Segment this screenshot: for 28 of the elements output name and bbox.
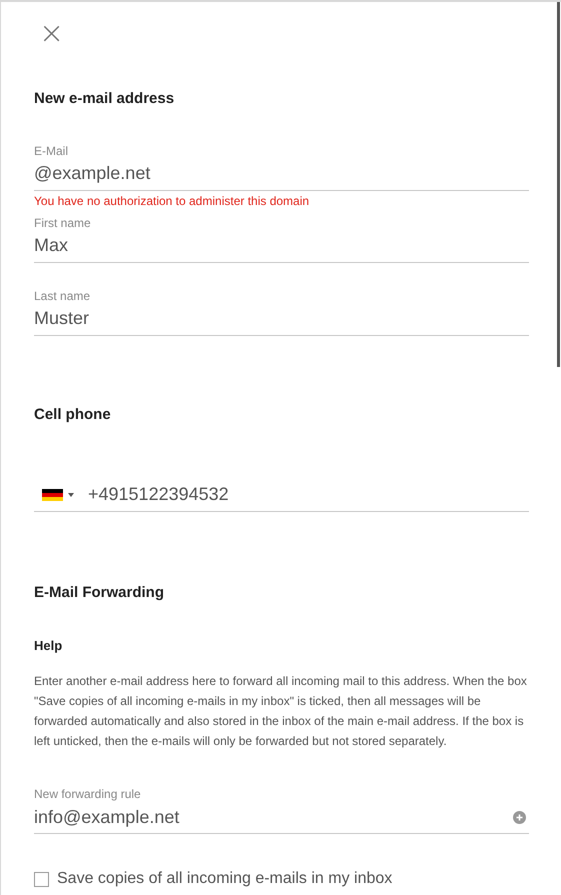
- field-label: Last name: [34, 288, 92, 302]
- close-button[interactable]: ×: [39, 22, 59, 46]
- help-text: Enter another e-mail address here to forward all incoming mail to this address. When the box "Save copies of all incoming e-mails in my inbox" is ticked, then all messages will be forwarded automatically and also stored in the inbox of the main e-mail address. If the box is left unticked, then the e-mails will only be forwarded but not stored separately.: [34, 673, 528, 750]
- field-label: New forwarding rule: [34, 787, 142, 801]
- checkbox[interactable]: [34, 872, 49, 886]
- germany-flag-icon: [42, 488, 63, 500]
- field-label: E-Mail: [34, 144, 70, 158]
- add-icon[interactable]: [513, 810, 526, 824]
- phone-field[interactable]: +4915122394532: [34, 478, 529, 512]
- field-label: First name: [34, 216, 92, 230]
- text-field[interactable]: E-Mail @example.net: [34, 144, 529, 190]
- caret-icon: [68, 492, 74, 496]
- help-heading: Help: [34, 636, 64, 655]
- field-value: @example.net: [34, 162, 150, 185]
- text-field[interactable]: Last name Muster: [34, 288, 529, 336]
- field-value: Muster: [34, 307, 90, 330]
- text-field[interactable]: New forwarding rule info@example.net: [34, 787, 529, 834]
- section-heading: E-Mail Forwarding: [34, 583, 166, 603]
- field-value: info@example.net: [34, 806, 180, 829]
- error-message: You have no authorization to administer this domain: [34, 194, 310, 208]
- section-heading: Cell phone: [34, 404, 112, 424]
- text-field[interactable]: First name Max: [34, 216, 529, 262]
- phone-number: +4915122394532: [88, 483, 229, 506]
- section-heading: New e-mail address: [34, 89, 176, 109]
- scrollbar-thumb[interactable]: [557, 2, 560, 367]
- country-selector[interactable]: [42, 488, 74, 500]
- field-value: Max: [34, 234, 68, 257]
- checkbox-label: Save copies of all incoming e-mails in my inbox: [57, 870, 392, 888]
